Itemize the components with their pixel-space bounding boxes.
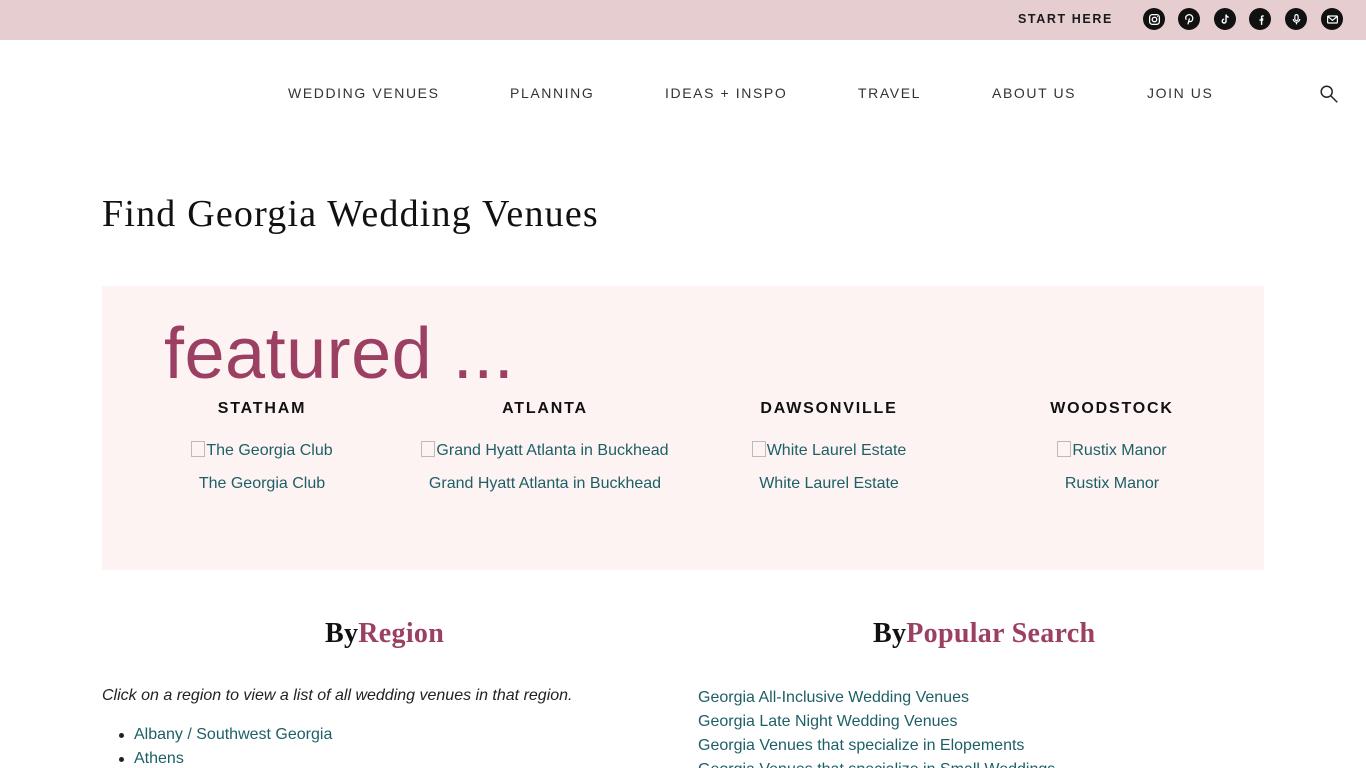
venue-image[interactable]: White Laurel Estate [679, 441, 979, 463]
popular-search-list: Georgia All-Inclusive Wedding Venues Geo… [698, 686, 1055, 768]
venue-name-link[interactable]: Rustix Manor [962, 475, 1262, 493]
venue-name-link[interactable]: White Laurel Estate [679, 475, 979, 493]
instagram-icon[interactable] [1143, 8, 1165, 30]
by-popular-accent: Popular Search [906, 618, 1096, 649]
pinterest-icon[interactable] [1178, 8, 1200, 30]
nav-item-wedding-venues[interactable]: WEDDING VENUES [288, 85, 440, 101]
region-intro-text: Click on a region to view a list of all … [102, 687, 573, 704]
popular-search-link[interactable]: Georgia Venues that specialize in Elopem… [698, 734, 1055, 758]
featured-venues: featured ... STATHAM The Georgia Club Th… [102, 286, 1264, 570]
by-region-accent: Region [358, 618, 445, 649]
featured-heading: featured ... [164, 314, 515, 394]
venue-city: ATLANTA [502, 400, 588, 417]
tiktok-icon[interactable] [1214, 8, 1236, 30]
nav-item-ideas-inspo[interactable]: IDEAS + INSPO [665, 85, 787, 101]
featured-venue-card: ATLANTA Grand Hyatt Atlanta in Buckhead … [395, 400, 695, 493]
venue-name-link[interactable]: The Georgia Club [112, 475, 412, 493]
venue-image[interactable]: Rustix Manor [962, 441, 1262, 463]
popular-search-link[interactable]: Georgia Venues that specialize in Small … [698, 758, 1055, 768]
start-here-link[interactable]: START HERE [1018, 12, 1113, 26]
by-region-heading: ByRegion [325, 618, 444, 650]
region-list-item[interactable]: Athens [118, 747, 332, 768]
region-list-item[interactable]: Albany / Southwest Georgia [118, 723, 332, 747]
venue-image[interactable]: Grand Hyatt Atlanta in Buckhead [395, 441, 695, 463]
nav-item-travel[interactable]: TRAVEL [858, 85, 921, 101]
email-icon[interactable] [1321, 8, 1343, 30]
main-navigation: WEDDING VENUES PLANNING IDEAS + INSPO TR… [0, 40, 1366, 146]
page-title: Find Georgia Wedding Venues [102, 193, 599, 235]
featured-venue-card: DAWSONVILLE White Laurel Estate White La… [679, 400, 979, 493]
venue-name-link[interactable]: Grand Hyatt Atlanta in Buckhead [395, 475, 695, 493]
featured-venue-card: WOODSTOCK Rustix Manor Rustix Manor [962, 400, 1262, 493]
nav-item-about-us[interactable]: ABOUT US [992, 85, 1076, 101]
nav-item-planning[interactable]: PLANNING [510, 85, 594, 101]
search-icon[interactable] [1318, 83, 1340, 105]
podcast-icon[interactable] [1285, 8, 1307, 30]
facebook-icon[interactable] [1249, 8, 1271, 30]
by-popular-search-heading: ByPopular Search [873, 618, 1095, 650]
region-list: Albany / Southwest Georgia Athens [118, 723, 332, 768]
popular-search-link[interactable]: Georgia All-Inclusive Wedding Venues [698, 686, 1055, 710]
popular-search-link[interactable]: Georgia Late Night Wedding Venues [698, 710, 1055, 734]
venue-image[interactable]: The Georgia Club [112, 441, 412, 463]
top-bar: START HERE [0, 0, 1366, 40]
venue-city: WOODSTOCK [1050, 400, 1174, 417]
nav-item-join-us[interactable]: JOIN US [1147, 85, 1213, 101]
venue-city: DAWSONVILLE [760, 400, 898, 417]
venue-city: STATHAM [217, 400, 307, 417]
featured-venue-card: STATHAM The Georgia Club The Georgia Clu… [112, 400, 412, 493]
by-popular-prefix: By [873, 618, 907, 649]
by-region-prefix: By [325, 618, 359, 649]
